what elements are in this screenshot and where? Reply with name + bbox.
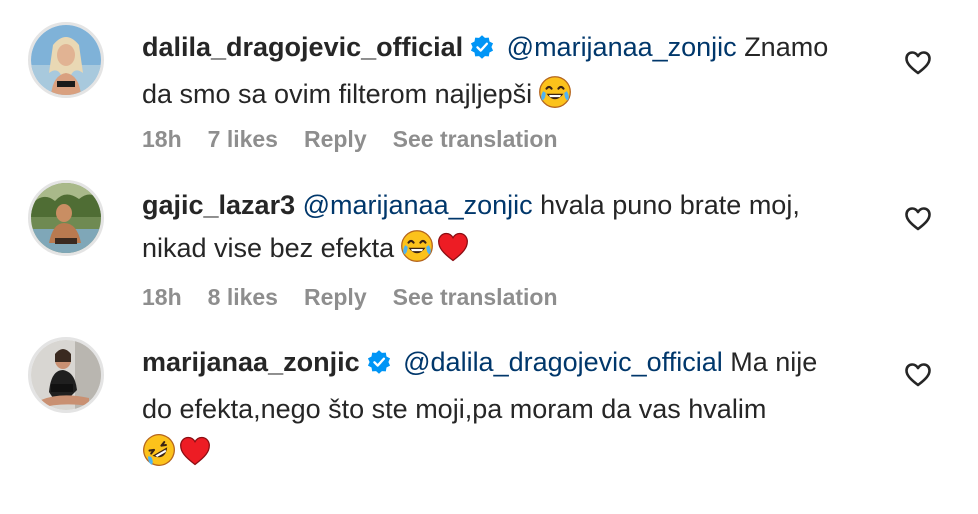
reply-button[interactable]: Reply [304,126,367,153]
verified-badge-icon [366,345,392,388]
username[interactable]: gajic_lazar3 [142,190,295,220]
avatar-photo [31,340,101,410]
username[interactable]: dalila_dragojevic_official [142,32,463,62]
red-heart-icon [178,435,212,480]
heart-like-icon[interactable] [904,362,932,388]
red-heart-icon [436,231,470,276]
avatar[interactable] [28,180,104,256]
comment-meta: 18h 8 likes Reply See translation [142,284,558,311]
mention-link[interactable]: @marijanaa_zonjic [507,32,737,62]
rolling-on-floor-laughing-icon [142,433,176,480]
heart-like-icon[interactable] [904,206,932,232]
comment-text: do efekta,nego što ste moji,pa moram da … [142,394,767,424]
likes-count[interactable]: 7 likes [208,126,278,153]
comment-time: 18h [142,126,182,152]
face-with-tears-of-joy-icon [400,229,434,276]
comment-text: Znamo [744,32,829,62]
likes-count[interactable]: 8 likes [208,284,278,311]
reply-button[interactable]: Reply [304,284,367,311]
see-translation-button[interactable]: See translation [393,126,558,153]
mention-link[interactable]: @dalila_dragojevic_official [403,347,723,377]
mention-link[interactable]: @marijanaa_zonjic [303,190,533,220]
comment-text: Ma nije [730,347,818,377]
face-with-tears-of-joy-icon [538,75,572,122]
comment-text: hvala puno brate moj, [540,190,800,220]
avatar[interactable] [28,337,104,413]
username[interactable]: marijanaa_zonjic [142,347,360,377]
avatar-photo [31,25,101,95]
comment-text: nikad vise bez efekta [142,233,395,263]
comment-time: 18h [142,284,182,310]
comment-text: da smo sa ovim filterom najljepši [142,79,533,109]
see-translation-button[interactable]: See translation [393,284,558,311]
heart-like-icon[interactable] [904,50,932,76]
avatar-photo [31,183,101,253]
verified-badge-icon [469,30,495,73]
comment-meta: 18h 7 likes Reply See translation [142,126,558,153]
avatar[interactable] [28,22,104,98]
